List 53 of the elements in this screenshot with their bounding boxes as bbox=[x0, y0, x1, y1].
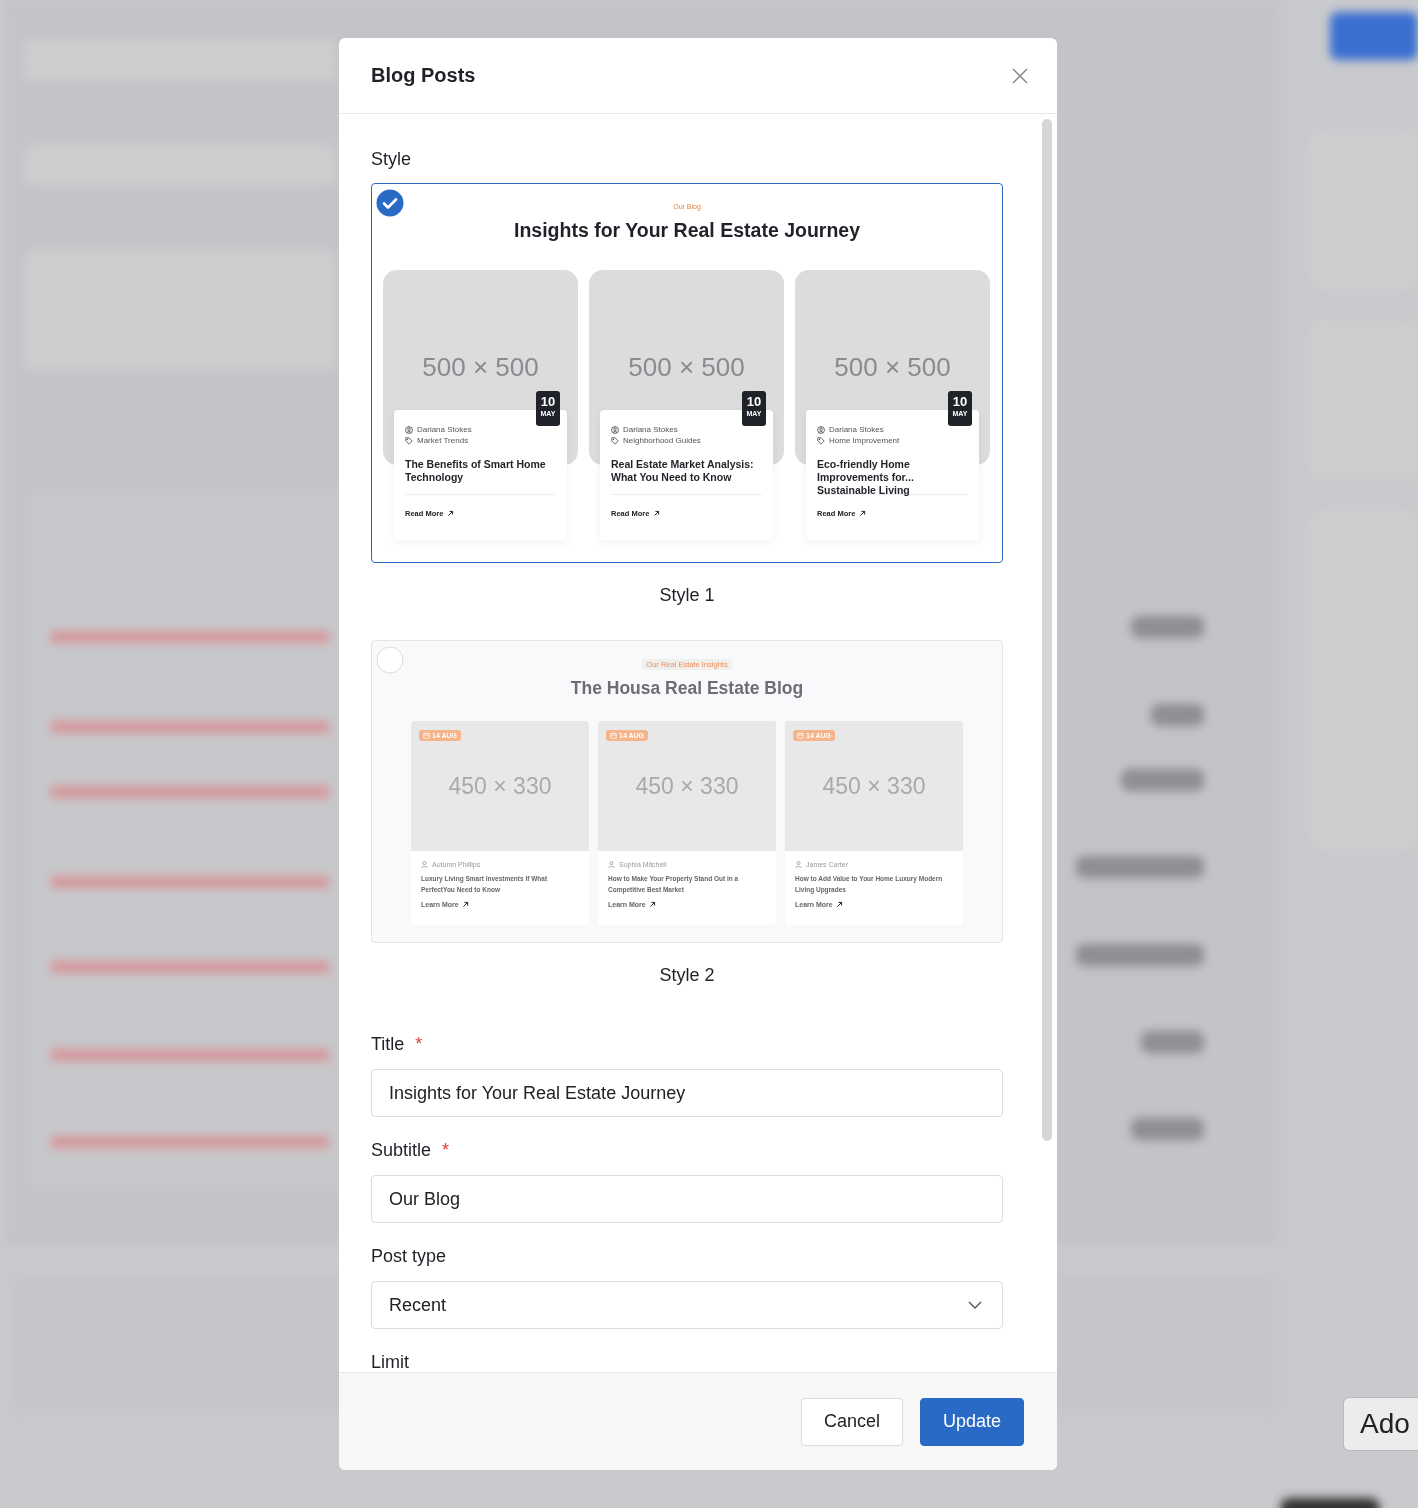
person-icon bbox=[405, 425, 413, 434]
cancel-button[interactable]: Cancel bbox=[800, 1397, 903, 1446]
arrow-icon bbox=[859, 510, 867, 517]
field-label: Subtitle bbox=[371, 1139, 432, 1161]
calendar-icon bbox=[610, 732, 617, 739]
dialog-title: Blog Posts bbox=[371, 64, 476, 87]
author-name: Dariana Stokes bbox=[829, 424, 884, 435]
field-label: Title bbox=[371, 1033, 405, 1055]
author-name: Dariana Stokes bbox=[417, 424, 472, 435]
person-icon bbox=[795, 861, 802, 868]
section-label: Style bbox=[371, 148, 413, 170]
arrow-icon bbox=[835, 901, 843, 908]
day-text: 10 bbox=[540, 395, 556, 409]
text-input[interactable]: Insights for Your Real Estate Journey bbox=[371, 1069, 1003, 1117]
category-name: Home Improvement bbox=[829, 435, 900, 446]
arrow-icon bbox=[461, 901, 469, 908]
post-title: Real Estate Market Analysis: What You Need to Know bbox=[611, 458, 762, 495]
day-text: 10 bbox=[746, 395, 762, 409]
person-icon bbox=[608, 861, 615, 868]
check-icon[interactable] bbox=[376, 189, 404, 217]
chevron-down-icon bbox=[968, 1301, 982, 1309]
update-button[interactable]: Update bbox=[919, 1397, 1024, 1446]
arrow-icon bbox=[653, 510, 661, 517]
section-heading: The Housa Real Estate Blog bbox=[569, 677, 805, 699]
post-title: Eco-friendly Home Improvements for... Sustainable Living bbox=[817, 458, 968, 495]
field-label: Post type bbox=[371, 1245, 447, 1267]
field-label: Limit bbox=[371, 1351, 409, 1372]
text-input[interactable]: Our Blog bbox=[371, 1175, 1003, 1223]
person-icon bbox=[817, 425, 825, 434]
close-icon[interactable] bbox=[1012, 67, 1028, 84]
radio-button[interactable] bbox=[376, 646, 404, 674]
arrow-icon bbox=[648, 901, 656, 908]
tag-icon bbox=[405, 436, 413, 445]
tag-icon bbox=[611, 436, 619, 445]
day-text: 10 bbox=[952, 395, 968, 409]
calendar-icon bbox=[797, 732, 804, 739]
category-name: Neighborhood Guides bbox=[623, 435, 701, 446]
section-heading: Insights for Your Real Estate Journey bbox=[513, 218, 861, 243]
category-name: Market Trends bbox=[417, 435, 469, 446]
required-mark: * bbox=[442, 1139, 450, 1161]
author-name: Dariana Stokes bbox=[623, 424, 678, 435]
required-mark: * bbox=[415, 1033, 423, 1055]
calendar-icon bbox=[423, 732, 430, 739]
style-label: Style 1 bbox=[658, 584, 716, 606]
post-title: The Benefits of Smart Home Technology bbox=[405, 458, 556, 495]
arrow-icon bbox=[447, 510, 455, 517]
tag-icon bbox=[817, 436, 825, 445]
style-card[interactable] bbox=[371, 183, 1003, 563]
person-icon bbox=[421, 861, 428, 868]
select-field[interactable]: Recent bbox=[371, 1281, 1003, 1329]
style-label: Style 2 bbox=[658, 964, 716, 986]
add-button[interactable]: Ado bbox=[1343, 1397, 1418, 1451]
person-icon bbox=[611, 425, 619, 434]
